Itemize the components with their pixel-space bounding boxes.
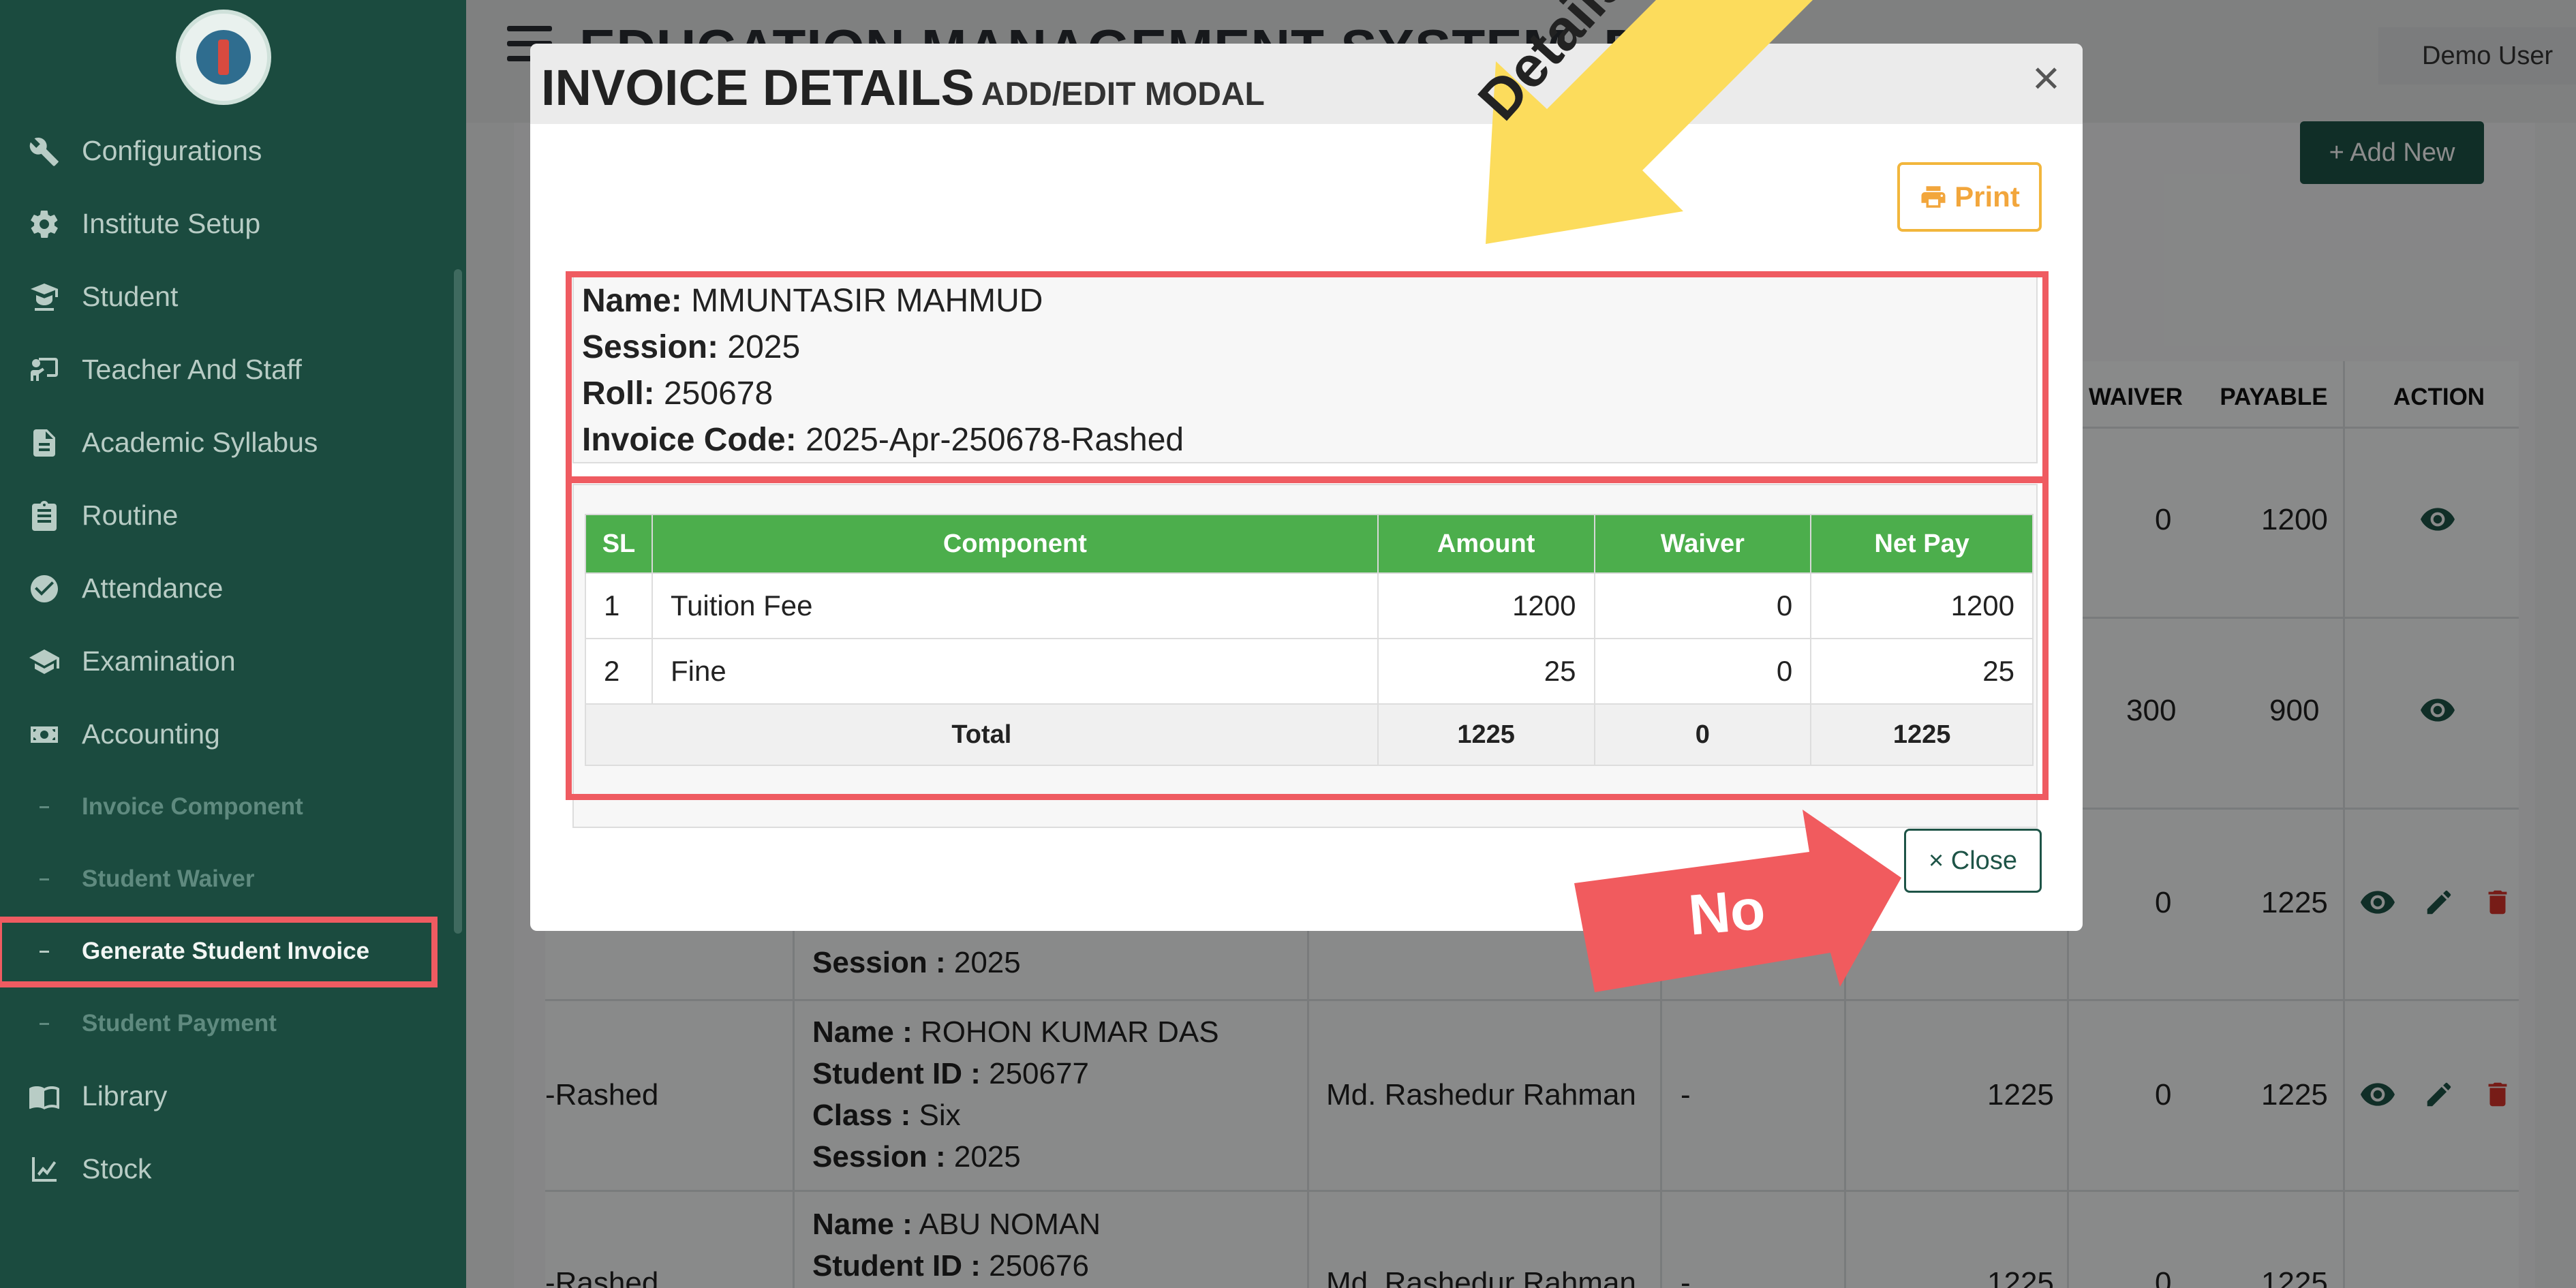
sidebar-item-label: Library <box>82 1080 168 1111</box>
sidebar-item-academic-syllabus[interactable]: Academic Syllabus <box>0 406 466 479</box>
student-icon <box>26 279 63 316</box>
highlight-invoice-table <box>566 477 2049 800</box>
close-icon[interactable]: × <box>2032 50 2060 105</box>
book-icon <box>26 1078 63 1115</box>
gear-icon <box>26 206 63 243</box>
sidebar-subitem-student-waiver[interactable]: Student Waiver <box>0 843 466 915</box>
print-button[interactable]: Print <box>1897 162 2042 232</box>
check-circle-icon <box>26 570 63 607</box>
sidebar-item-label: Attendance <box>82 572 224 604</box>
clipboard-icon <box>26 497 63 534</box>
modal-header: INVOICE DETAILS ADD/EDIT MODAL × <box>530 44 2083 124</box>
sidebar-item-label: Examination <box>82 645 236 677</box>
sidebar-item-label: Routine <box>82 500 179 531</box>
sidebar-item-label: Institute Setup <box>82 208 261 239</box>
sidebar-item-routine[interactable]: Routine <box>0 479 466 552</box>
sidebar-item-attendance[interactable]: Attendance <box>0 552 466 625</box>
sidebar-item-institute-setup[interactable]: Institute Setup <box>0 187 466 260</box>
sidebar-item-label: Academic Syllabus <box>82 427 318 458</box>
sidebar-subitem-label: Student Payment <box>82 1010 277 1037</box>
sidebar-item-accounting[interactable]: Accounting <box>0 698 466 771</box>
sidebar-subitem-invoice-component[interactable]: Invoice Component <box>0 771 466 843</box>
document-icon <box>26 425 63 461</box>
sidebar-item-label: Accounting <box>82 718 220 750</box>
graduation-cap-icon <box>26 643 63 680</box>
sidebar-item-student[interactable]: Student <box>0 260 466 333</box>
sidebar-item-teacher-and-staff[interactable]: Teacher And Staff <box>0 333 466 406</box>
sidebar-item-configurations[interactable]: Configurations <box>0 114 466 187</box>
sidebar-item-label: Teacher And Staff <box>82 354 302 385</box>
no-annotation-label: No <box>1686 876 1768 947</box>
sidebar-nav: Configurations Institute Setup Student T… <box>0 114 466 1206</box>
details-arrow-icon <box>1486 0 1813 244</box>
highlight-generate-invoice <box>0 917 438 987</box>
sidebar-item-label: Student <box>82 281 179 312</box>
dash-icon <box>40 806 49 808</box>
modal-subtitle: ADD/EDIT MODAL <box>981 76 1265 112</box>
dash-icon <box>40 1022 49 1025</box>
teacher-icon <box>26 352 63 388</box>
sidebar-item-label: Stock <box>82 1153 152 1184</box>
sidebar-item-examination[interactable]: Examination <box>0 625 466 698</box>
sidebar: Configurations Institute Setup Student T… <box>0 0 466 1288</box>
sidebar-subitem-label: Student Waiver <box>82 865 255 892</box>
modal-title: INVOICE DETAILS ADD/EDIT MODAL <box>541 59 1265 117</box>
institute-logo[interactable] <box>176 10 271 105</box>
close-button[interactable]: × Close <box>1904 829 2042 893</box>
print-label: Print <box>1954 181 2020 213</box>
money-icon <box>26 716 63 753</box>
sidebar-subitem-label: Invoice Component <box>82 793 303 820</box>
chart-line-icon <box>26 1151 63 1188</box>
sidebar-item-stock[interactable]: Stock <box>0 1133 466 1206</box>
modal-title-text: INVOICE DETAILS <box>541 59 975 116</box>
printer-icon <box>1921 186 1946 208</box>
sidebar-item-library[interactable]: Library <box>0 1060 466 1133</box>
sidebar-subitem-student-payment[interactable]: Student Payment <box>0 987 466 1060</box>
highlight-student-info <box>566 271 2049 482</box>
dash-icon <box>40 878 49 880</box>
sidebar-item-label: Configurations <box>82 135 262 166</box>
tools-icon <box>26 133 63 170</box>
